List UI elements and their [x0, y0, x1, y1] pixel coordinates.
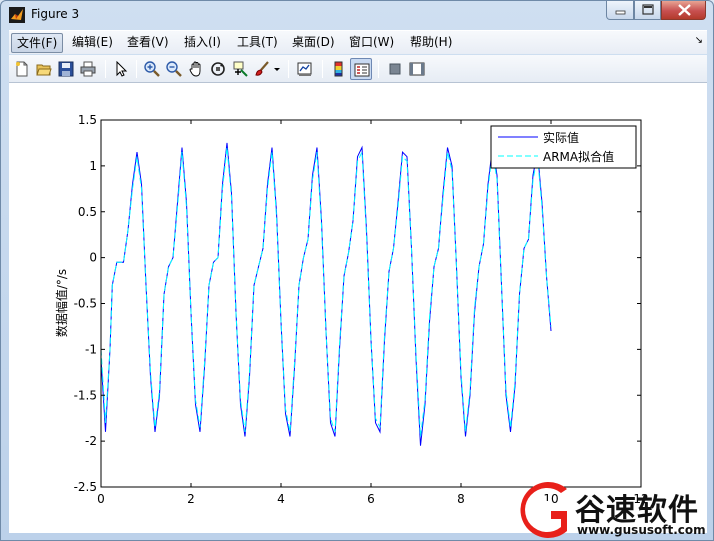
maximize-button[interactable] — [634, 1, 661, 20]
legend-label-actual: 实际值 — [543, 130, 579, 145]
minimize-icon — [615, 10, 626, 15]
y-tick-label: -1.5 — [74, 388, 97, 402]
y-tick-label: 1 — [89, 159, 97, 173]
legend-button[interactable] — [350, 58, 372, 80]
data-cursor-icon — [233, 61, 248, 77]
axes-background — [101, 120, 641, 487]
print-button[interactable] — [77, 58, 99, 80]
menu-view[interactable]: 查看(V) — [122, 33, 174, 53]
menu-bar: 文件(F) 编辑(E) 查看(V) 插入(I) 工具(T) 桌面(D) 窗口(W… — [9, 30, 707, 54]
maximize-icon — [642, 4, 654, 15]
link-plot-button[interactable] — [294, 58, 316, 80]
brush-dropdown-button[interactable] — [272, 58, 282, 80]
gusu-logo-icon — [520, 482, 567, 538]
figure-window: Figure 3 文件(F) 编辑(E) 查看(V) 插入(I) 工具(T) 桌… — [0, 0, 714, 541]
brush-dropdown-icon — [274, 68, 280, 71]
rotate-3d-icon — [211, 62, 225, 76]
watermark: 谷速软件 www.gususoft.com — [509, 479, 713, 541]
y-tick-label: 0.5 — [78, 205, 97, 219]
y-tick-label: -1 — [85, 342, 97, 356]
window-title: Figure 3 — [31, 7, 80, 21]
x-tick-label: 8 — [457, 492, 465, 506]
edit-plot-arrow-icon — [116, 61, 128, 77]
menu-help[interactable]: 帮助(H) — [405, 33, 457, 53]
colorbar-icon — [334, 61, 343, 77]
open-file-button[interactable] — [33, 58, 55, 80]
edit-plot-button[interactable] — [110, 58, 132, 80]
legend-box[interactable]: 实际值 ARMA拟合值 — [490, 125, 637, 169]
toolbar-separator — [136, 60, 137, 78]
legend-icon — [354, 63, 370, 77]
zoom-out-button[interactable] — [163, 58, 185, 80]
menu-window[interactable]: 窗口(W) — [344, 33, 399, 53]
figure-canvas[interactable]: 0 2 4 6 8 10 12 1.5 1 0.5 0 -0.5 -1 -1.5 -2 -2.5 数据幅值/°… — [9, 83, 707, 533]
show-plot-tools-button[interactable] — [406, 58, 428, 80]
close-button[interactable] — [661, 1, 706, 20]
print-icon — [80, 61, 96, 77]
toolbar-separator — [288, 60, 289, 78]
zoom-out-icon — [166, 61, 182, 77]
pan-hand-icon — [189, 61, 201, 77]
save-button[interactable] — [55, 58, 77, 80]
y-tick-label: -0.5 — [74, 297, 97, 311]
minimize-button[interactable] — [606, 1, 634, 20]
title-bar[interactable]: Figure 3 — [1, 1, 713, 29]
pan-button[interactable] — [185, 58, 207, 80]
chart-svg[interactable]: 0 2 4 6 8 10 121.510.50-0.5-1-1.5-2-2.5 数据幅值/°… — [9, 83, 707, 533]
new-figure-button[interactable] — [11, 58, 33, 80]
menu-tools[interactable]: 工具(T) — [232, 33, 283, 53]
show-plot-tools-icon — [409, 62, 425, 76]
matlab-logo-icon — [9, 7, 25, 23]
new-figure-icon — [16, 61, 28, 77]
menu-insert[interactable]: 插入(I) — [179, 33, 226, 53]
legend-label-arma: ARMA拟合值 — [543, 149, 614, 164]
menu-desktop[interactable]: 桌面(D) — [287, 33, 340, 53]
menu-overflow-icon[interactable]: ↘ — [695, 35, 703, 46]
close-icon — [678, 4, 691, 16]
toolbar-separator — [378, 60, 379, 78]
x-tick-label: 6 — [367, 492, 375, 506]
x-tick-label: 0 — [97, 492, 105, 506]
x-tick-label: 2 — [187, 492, 195, 506]
link-plot-icon — [297, 62, 312, 76]
y-axis-label: 数据幅值/°/s — [54, 269, 69, 337]
menu-file[interactable]: 文件(F) — [11, 33, 64, 53]
menu-edit[interactable]: 编辑(E) — [67, 33, 118, 53]
zoom-in-button[interactable] — [141, 58, 163, 80]
rotate-3d-button[interactable] — [207, 58, 229, 80]
figure-toolbar — [9, 55, 707, 83]
x-tick-label: 4 — [277, 492, 285, 506]
toolbar-separator — [105, 60, 106, 78]
zoom-in-icon — [144, 61, 160, 77]
y-tick-label: -2.5 — [74, 480, 97, 494]
data-cursor-button[interactable] — [229, 58, 251, 80]
toolbar-separator — [322, 60, 323, 78]
colorbar-button[interactable] — [328, 58, 350, 80]
save-icon — [58, 61, 74, 77]
hide-plot-tools-icon — [389, 63, 401, 75]
watermark-url: www.gususoft.com — [577, 523, 706, 537]
hide-plot-tools-button[interactable] — [384, 58, 406, 80]
brush-button[interactable] — [251, 58, 273, 80]
brush-icon — [255, 61, 269, 76]
open-file-icon — [36, 64, 52, 76]
y-tick-label: 1.5 — [78, 113, 97, 127]
y-tick-label: -2 — [85, 434, 97, 448]
y-tick-label: 0 — [89, 251, 97, 265]
